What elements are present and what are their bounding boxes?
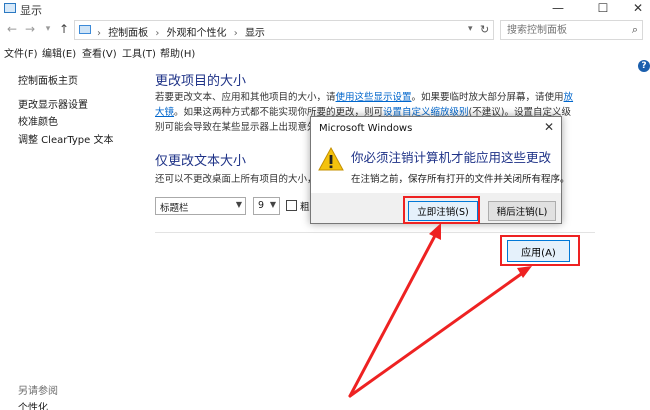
text-size-heading: 仅更改文本大小: [155, 154, 247, 169]
breadcrumb: › 控制面板 › 外观和个性化 › 显示: [97, 24, 269, 39]
warning-icon: [318, 147, 344, 171]
text-size-description: 还可以不更改桌面上所有项目的大小，只: [155, 174, 327, 185]
sidebar-item-calibrate-color[interactable]: 校准颜色: [18, 113, 58, 128]
close-button[interactable]: ✕: [620, 0, 650, 18]
breadcrumb-separator: ›: [233, 28, 238, 39]
sidebar-item-cleartype[interactable]: 调整 ClearType 文本: [18, 131, 113, 146]
breadcrumb-separator: ›: [97, 28, 101, 39]
page-title: 更改项目的大小: [155, 74, 247, 89]
menu-edit[interactable]: 编辑(E): [42, 45, 76, 60]
minimize-button[interactable]: —: [540, 0, 576, 18]
search-input[interactable]: [507, 23, 622, 37]
chevron-down-icon: ▼: [269, 200, 276, 209]
menu-help[interactable]: 帮助(H): [160, 45, 195, 60]
bold-checkbox[interactable]: [286, 200, 297, 211]
description-text: 。如果要临时放大部分屏幕，请使用: [411, 92, 564, 103]
forward-arrow-icon[interactable]: →: [22, 21, 38, 37]
menu-tools[interactable]: 工具(T): [122, 45, 156, 60]
item-select-value: 标题栏: [160, 203, 189, 214]
dialog-message: 在注销之前，保存所有打开的文件并关闭所有程序。: [351, 174, 570, 185]
navigation-bar: ← → ▾ ↑ › 控制面板 › 外观和个性化 › 显示 ▾ ↻ ⌕: [0, 18, 650, 42]
chevron-down-icon: ▼: [235, 200, 242, 209]
arrow-head-apply: [517, 266, 532, 278]
dialog-close-button[interactable]: ✕: [544, 120, 554, 134]
search-icon[interactable]: ⌕: [632, 23, 638, 37]
see-also-heading: 另请参阅: [18, 386, 58, 397]
bold-label: 粗: [300, 202, 310, 213]
refresh-icon[interactable]: ↻: [480, 23, 489, 36]
window-title: 显示: [20, 4, 42, 17]
sidebar-item-personalize[interactable]: 个性化: [18, 399, 48, 410]
arrow-to-signout: [348, 228, 440, 398]
description-text: 若要更改文本、应用和其他项目的大小，请: [155, 92, 336, 103]
address-bar[interactable]: › 控制面板 › 外观和个性化 › 显示 ▾ ↻: [74, 20, 494, 40]
search-box[interactable]: ⌕: [500, 20, 643, 40]
breadcrumb-control-panel[interactable]: 控制面板: [108, 28, 148, 39]
address-dropdown-chevron-icon[interactable]: ▾: [468, 24, 473, 34]
breadcrumb-appearance[interactable]: 外观和个性化: [167, 28, 227, 39]
arrow-to-apply: [348, 270, 526, 398]
recent-locations-chevron-icon[interactable]: ▾: [40, 21, 56, 37]
sidebar-item-control-panel-home[interactable]: 控制面板主页: [18, 72, 78, 87]
display-settings-link[interactable]: 使用这些显示设置: [336, 92, 412, 103]
dialog-title: Microsoft Windows: [319, 123, 413, 134]
annotation-highlight-signout: [403, 196, 480, 224]
font-size-value: 9: [258, 200, 265, 211]
dialog-heading: 你必须注销计算机才能应用这些更改: [351, 150, 552, 165]
sign-out-later-button[interactable]: 稍后注销(L): [488, 201, 556, 221]
annotation-highlight-apply: [500, 235, 580, 266]
menu-file[interactable]: 文件(F): [4, 45, 38, 60]
divider: [155, 232, 595, 233]
maximize-button[interactable]: ☐: [585, 0, 621, 18]
up-arrow-icon[interactable]: ↑: [56, 21, 72, 37]
control-panel-icon: [79, 25, 91, 34]
back-arrow-icon[interactable]: ←: [4, 21, 20, 37]
menu-view[interactable]: 查看(V): [82, 45, 117, 60]
item-select[interactable]: 标题栏 ▼: [155, 197, 246, 215]
breadcrumb-display[interactable]: 显示: [245, 28, 265, 39]
sidebar-item-change-display-settings[interactable]: 更改显示器设置: [18, 96, 88, 111]
display-app-icon: [4, 3, 16, 13]
help-icon[interactable]: ?: [638, 60, 650, 72]
title-bar: 显示 — ☐ ✕: [0, 0, 650, 18]
menu-bar: 文件(F) 编辑(E) 查看(V) 工具(T) 帮助(H): [0, 42, 650, 60]
font-size-select[interactable]: 9 ▼: [253, 197, 280, 215]
breadcrumb-separator: ›: [155, 28, 160, 39]
